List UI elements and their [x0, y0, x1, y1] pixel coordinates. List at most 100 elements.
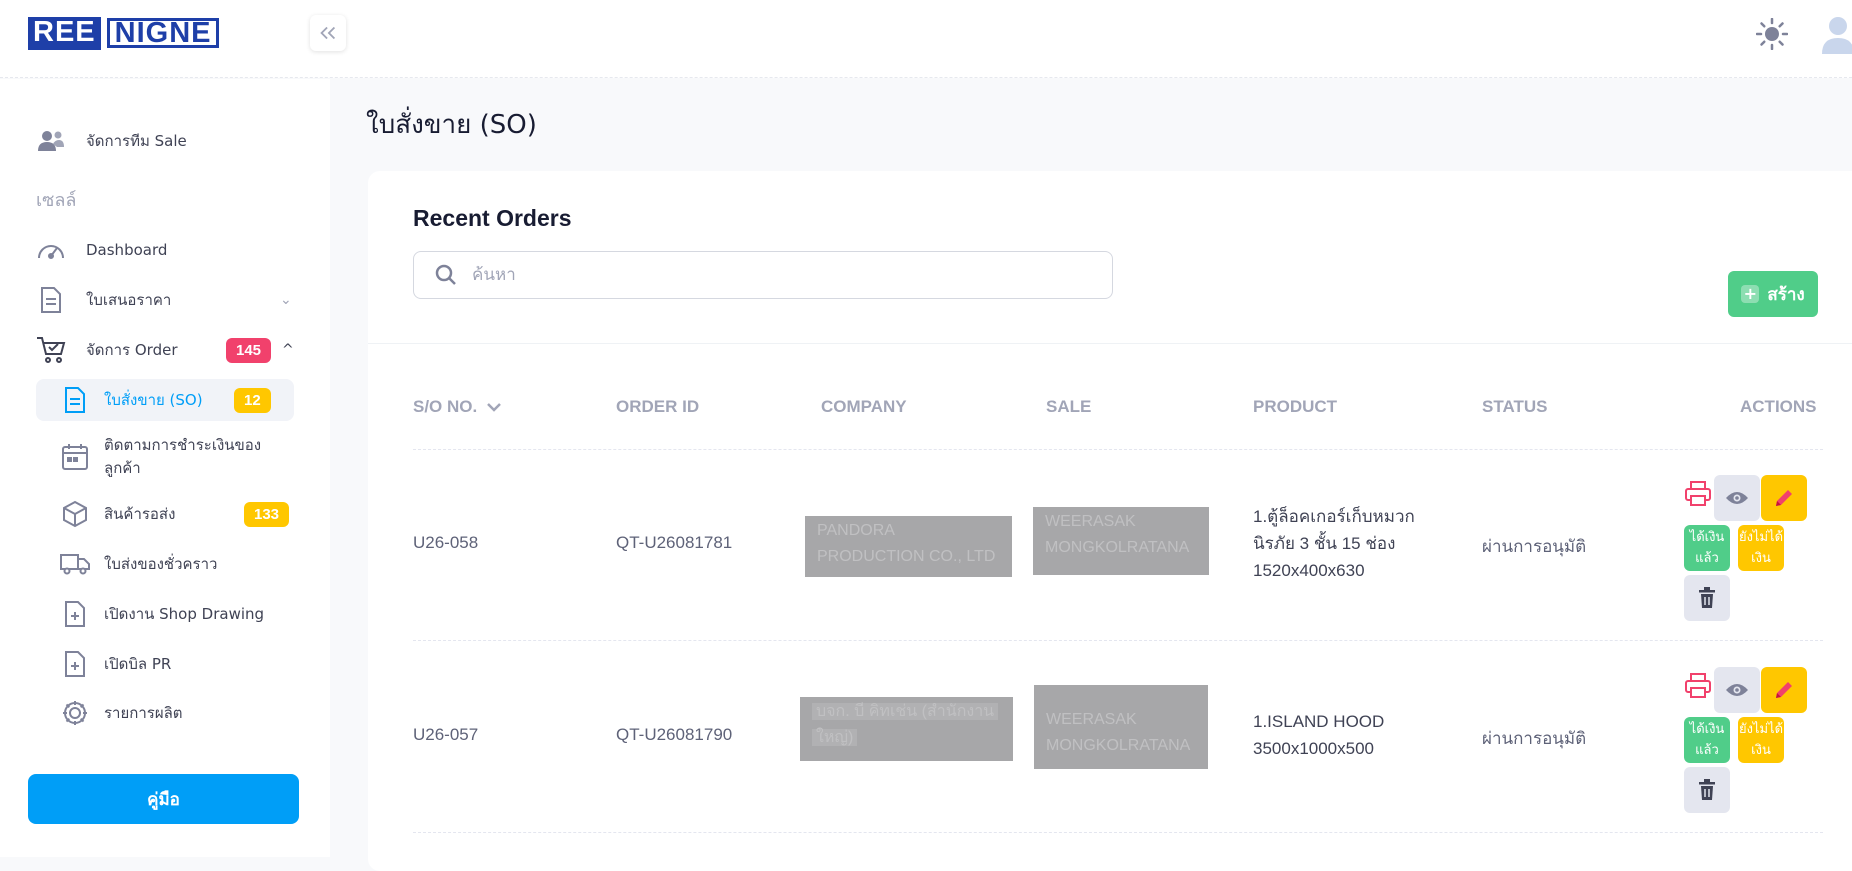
calendar-icon [60, 442, 90, 472]
company-line1: PANDORA [817, 522, 895, 539]
paid-label-line2: แล้ว [1695, 743, 1719, 758]
column-header-company: COMPANY [821, 397, 907, 416]
mark-unpaid-button[interactable]: ยังไม่ได้ เงิน [1738, 525, 1784, 571]
sidebar-item-label: เปิดงาน Shop Drawing [104, 605, 265, 623]
sidebar-subitem-pending-shipment[interactable]: สินค้ารอส่ง 133 [60, 499, 294, 529]
sidebar-subitem-temp-delivery[interactable]: ใบส่งของชั่วคราว [60, 549, 217, 579]
sidebar-item-label: รายการผลิต [104, 704, 183, 722]
brand-logo[interactable]: REE NIGNE [28, 16, 220, 50]
sidebar-item-label: จัดการ Order [86, 341, 178, 359]
pencil-icon [1776, 490, 1792, 506]
sidebar-subitem-shop-drawing[interactable]: เปิดงาน Shop Drawing [60, 599, 264, 629]
divider [413, 832, 1823, 833]
order-id: QT-U26081781 [616, 533, 733, 552]
create-button[interactable]: + สร้าง [1728, 271, 1818, 317]
mark-paid-button[interactable]: ได้เงิน แล้ว [1684, 525, 1730, 571]
mark-paid-button[interactable]: ได้เงิน แล้ว [1684, 717, 1730, 763]
sale-name-redacted: WEERASAK MONGKOLRATANA [1034, 685, 1208, 769]
search-icon [435, 264, 456, 285]
view-button[interactable] [1714, 667, 1760, 713]
document-icon [36, 285, 66, 315]
sidebar-subitem-production[interactable]: รายการผลิต [60, 698, 183, 728]
column-header-actions: ACTIONS [1740, 397, 1817, 416]
sidebar-item-label: ใบสั่งขาย (SO) [104, 391, 203, 409]
column-header-order-id: ORDER ID [616, 397, 700, 416]
search-input[interactable] [472, 265, 1072, 285]
sidebar-collapse-button[interactable] [310, 15, 346, 51]
product-description: 1.ISLAND HOOD 3500x1000x500 [1253, 708, 1384, 762]
sidebar-subitem-sales-order[interactable]: ใบสั่งขาย (SO) 12 [60, 385, 294, 415]
product-line2: นิรภัย 3 ชั้น 15 ช่อง [1253, 534, 1396, 553]
paid-label-line1: ได้เงิน [1689, 530, 1725, 545]
manual-button[interactable]: คู่มือ [28, 774, 299, 824]
trash-icon [1699, 587, 1715, 608]
sidebar-item-label: ใบเสนอราคา [86, 291, 172, 309]
product-line1: 1.ตู้ล็อคเกอร์เก็บหมวก [1253, 507, 1415, 526]
company-line2: PRODUCTION CO., LTD [817, 548, 996, 565]
paid-label-line1: ได้เงิน [1689, 722, 1725, 737]
section-title-sales: เซลล์ [36, 190, 77, 211]
speedometer-icon [36, 235, 66, 265]
chevron-down-icon [487, 403, 502, 412]
delete-button[interactable] [1684, 575, 1730, 621]
eye-icon [1726, 492, 1748, 504]
search-box[interactable] [413, 251, 1113, 299]
unpaid-label-line1: ยังไม่ได้ [1738, 722, 1784, 737]
delete-button[interactable] [1684, 767, 1730, 813]
order-count-badge: 145 [226, 337, 272, 363]
unpaid-label-line2: เงิน [1751, 743, 1771, 758]
print-icon[interactable] [1684, 673, 1712, 699]
plus-icon: + [1741, 285, 1760, 303]
sale-line2: MONGKOLRATANA [1045, 539, 1190, 556]
sidebar-item-label: ติดตามการชำระเงินของ ลูกค้า [104, 434, 261, 480]
sidebar-subitem-open-pr[interactable]: เปิดบิล PR [60, 649, 171, 679]
sidebar-item-sale-team[interactable]: จัดการทีม Sale [36, 126, 187, 156]
edit-button[interactable] [1761, 667, 1807, 713]
sale-name-redacted: WEERASAK MONGKOLRATANA [1033, 507, 1209, 575]
paid-label-line2: แล้ว [1695, 551, 1719, 566]
mark-unpaid-button[interactable]: ยังไม่ได้ เงิน [1738, 717, 1784, 763]
logo-part2: NIGNE [106, 18, 220, 48]
user-avatar-icon[interactable] [1822, 14, 1852, 54]
print-icon[interactable] [1684, 481, 1712, 507]
so-number[interactable]: U26-058 [413, 533, 478, 553]
sidebar-item-label: Dashboard [86, 241, 168, 259]
sidebar-item-dashboard[interactable]: Dashboard [36, 235, 167, 265]
label-line1: ติดตามการชำระเงินของ [104, 436, 262, 454]
document-icon [60, 385, 90, 415]
users-icon [36, 126, 66, 156]
cart-icon [36, 335, 66, 365]
divider [368, 343, 1852, 344]
product-line3: 1520x400x630 [1253, 561, 1365, 580]
so-number[interactable]: U26-057 [413, 725, 478, 745]
unpaid-label-line1: ยังไม่ได้ [1738, 530, 1784, 545]
trash-icon [1699, 779, 1715, 800]
chevron-up-icon: ^ [282, 342, 294, 358]
sidebar-item-label: เปิดบิล PR [104, 655, 172, 673]
top-bar: REE NIGNE [0, 0, 1852, 78]
divider [413, 640, 1823, 641]
divider [413, 449, 1823, 450]
company-line2: ใหญ่) [812, 729, 858, 746]
pending-count-badge: 133 [244, 501, 290, 527]
sidebar: จัดการทีม Sale เซลล์ Dashboard ใบเสนอราค… [0, 79, 330, 857]
view-button[interactable] [1714, 475, 1760, 521]
product-description: 1.ตู้ล็อคเกอร์เก็บหมวก นิรภัย 3 ชั้น 15 … [1253, 503, 1415, 584]
column-header-so-no[interactable]: S/O NO. [413, 397, 503, 417]
label-line2: ลูกค้า [104, 459, 141, 477]
logo-part1: REE [28, 16, 101, 50]
sidebar-item-quotation[interactable]: ใบเสนอราคา ⌄ [36, 285, 294, 315]
column-header-sale: SALE [1046, 397, 1092, 416]
file-plus-icon [60, 599, 90, 629]
file-plus-icon [60, 649, 90, 679]
eye-icon [1726, 684, 1748, 696]
sun-icon[interactable] [1756, 18, 1788, 50]
truck-icon [60, 549, 90, 579]
product-line1: 1.ISLAND HOOD [1253, 712, 1385, 731]
edit-button[interactable] [1761, 475, 1807, 521]
status-text: ผ่านการอนุมัติ [1482, 537, 1587, 556]
product-line2: 3500x1000x500 [1253, 739, 1375, 758]
sidebar-item-manage-order[interactable]: จัดการ Order 145 ^ [36, 335, 294, 365]
sidebar-subitem-payment-tracking[interactable]: ติดตามการชำระเงินของ ลูกค้า [60, 434, 261, 480]
column-header-status: STATUS [1482, 397, 1548, 416]
